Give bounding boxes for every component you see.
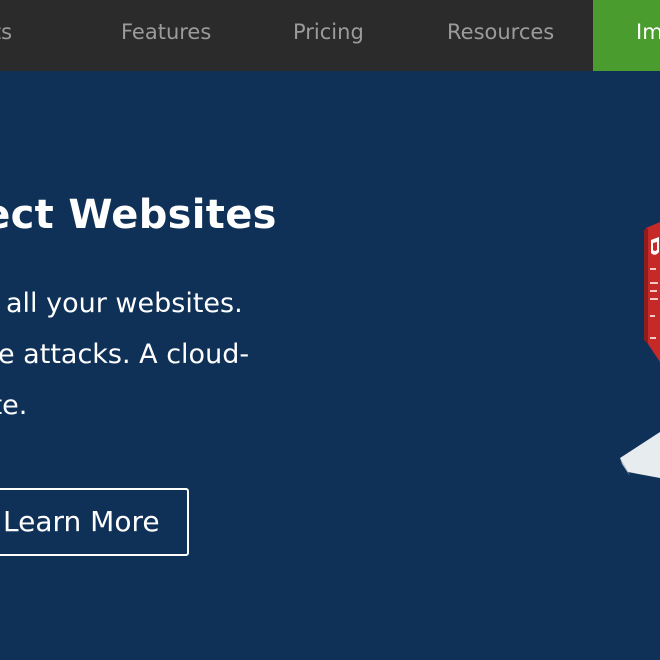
top-nav: ucts Features Pricing Resources Im [0,0,660,71]
nav-item-label: Pricing [293,20,364,44]
hero-description-line: ecuring all your websites. [0,288,243,319]
panel-text-line [650,268,656,270]
nav-item-pricing[interactable]: Pricing [293,0,364,71]
panel-text-line [650,298,658,300]
nav-item-label: Resources [447,20,555,44]
nav-cta-button[interactable]: Im [593,0,660,71]
learn-more-label: Learn More [3,505,160,538]
nav-item-features[interactable]: Features [121,0,211,71]
nav-item-label: Features [121,20,212,44]
panel-text-line [650,315,655,317]
hero-title: rotect Websites [0,192,277,238]
illustration-graphic [620,222,660,478]
laptop-base [620,432,660,478]
nav-cta-label: Im [636,20,660,44]
nav-item-label: ucts [0,20,13,44]
panel-text-line [650,282,658,284]
nav-item-products[interactable]: ucts [0,0,12,71]
learn-more-button[interactable]: Learn More [0,488,189,556]
page: ucts Features Pricing Resources Im rotec… [0,0,660,660]
hero-description-line: site. [0,390,28,421]
red-panel-edge [644,228,648,344]
hero-description-line: t future attacks. A cloud- [0,339,250,370]
nav-item-resources[interactable]: Resources [447,0,554,71]
product-illustration [618,220,660,490]
panel-text-line [650,337,656,339]
panel-text-line [650,290,657,292]
security-shield-icon [651,237,659,255]
